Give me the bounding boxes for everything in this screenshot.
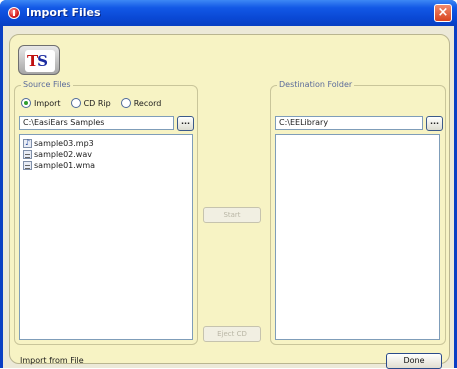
list-item[interactable]: sample02.wav — [23, 149, 92, 160]
window-title: Import Files — [26, 6, 101, 19]
eject-cd-button[interactable]: Eject CD — [203, 326, 261, 342]
record-radio-label[interactable]: Record — [134, 99, 162, 108]
music-file-icon — [23, 138, 32, 148]
destination-browse-button[interactable]: ... — [426, 116, 443, 131]
source-files-label: Source Files — [21, 80, 73, 89]
done-button[interactable]: Done — [386, 353, 442, 369]
close-button[interactable]: × — [434, 4, 452, 22]
import-radio[interactable] — [21, 98, 31, 108]
import-files-window: Import Files × TS Source Files Import CD… — [0, 0, 457, 369]
status-text: Import from File — [20, 356, 84, 365]
list-item[interactable]: sample01.wma — [23, 160, 95, 171]
cd-rip-radio-label[interactable]: CD Rip — [84, 99, 111, 108]
cd-rip-radio[interactable] — [70, 98, 81, 108]
start-button[interactable]: Start — [203, 207, 261, 223]
app-logo: TS — [18, 45, 60, 75]
source-files-group: Source Files Import CD Rip Record C:\Eas… — [14, 80, 198, 345]
close-icon: × — [437, 5, 449, 20]
import-radio-label[interactable]: Import — [34, 99, 61, 108]
content-panel: TS Source Files Import CD Rip Record C:\… — [9, 34, 450, 369]
audio-file-icon — [23, 161, 32, 170]
logo-letter-t: T — [27, 52, 38, 70]
source-file-list[interactable]: sample03.mp3 sample02.wav sample01.wma — [19, 134, 193, 340]
list-item[interactable]: sample03.mp3 — [23, 138, 94, 149]
record-radio[interactable] — [120, 98, 131, 108]
source-browse-button[interactable]: ... — [177, 116, 194, 131]
title-bar[interactable]: Import Files × — [0, 0, 457, 26]
destination-file-list[interactable] — [275, 134, 440, 340]
app-icon — [8, 7, 20, 19]
audio-file-icon — [23, 150, 32, 159]
source-path-field[interactable]: C:\EasiEars Samples — [19, 116, 174, 130]
destination-folder-group: Destination Folder C:\EELibrary ... — [270, 80, 446, 345]
destination-path-field[interactable]: C:\EELibrary — [275, 116, 423, 130]
logo-letter-s: S — [37, 52, 48, 70]
destination-folder-label: Destination Folder — [277, 80, 355, 89]
dialog-body: TS Source Files Import CD Rip Record C:\… — [3, 26, 454, 369]
